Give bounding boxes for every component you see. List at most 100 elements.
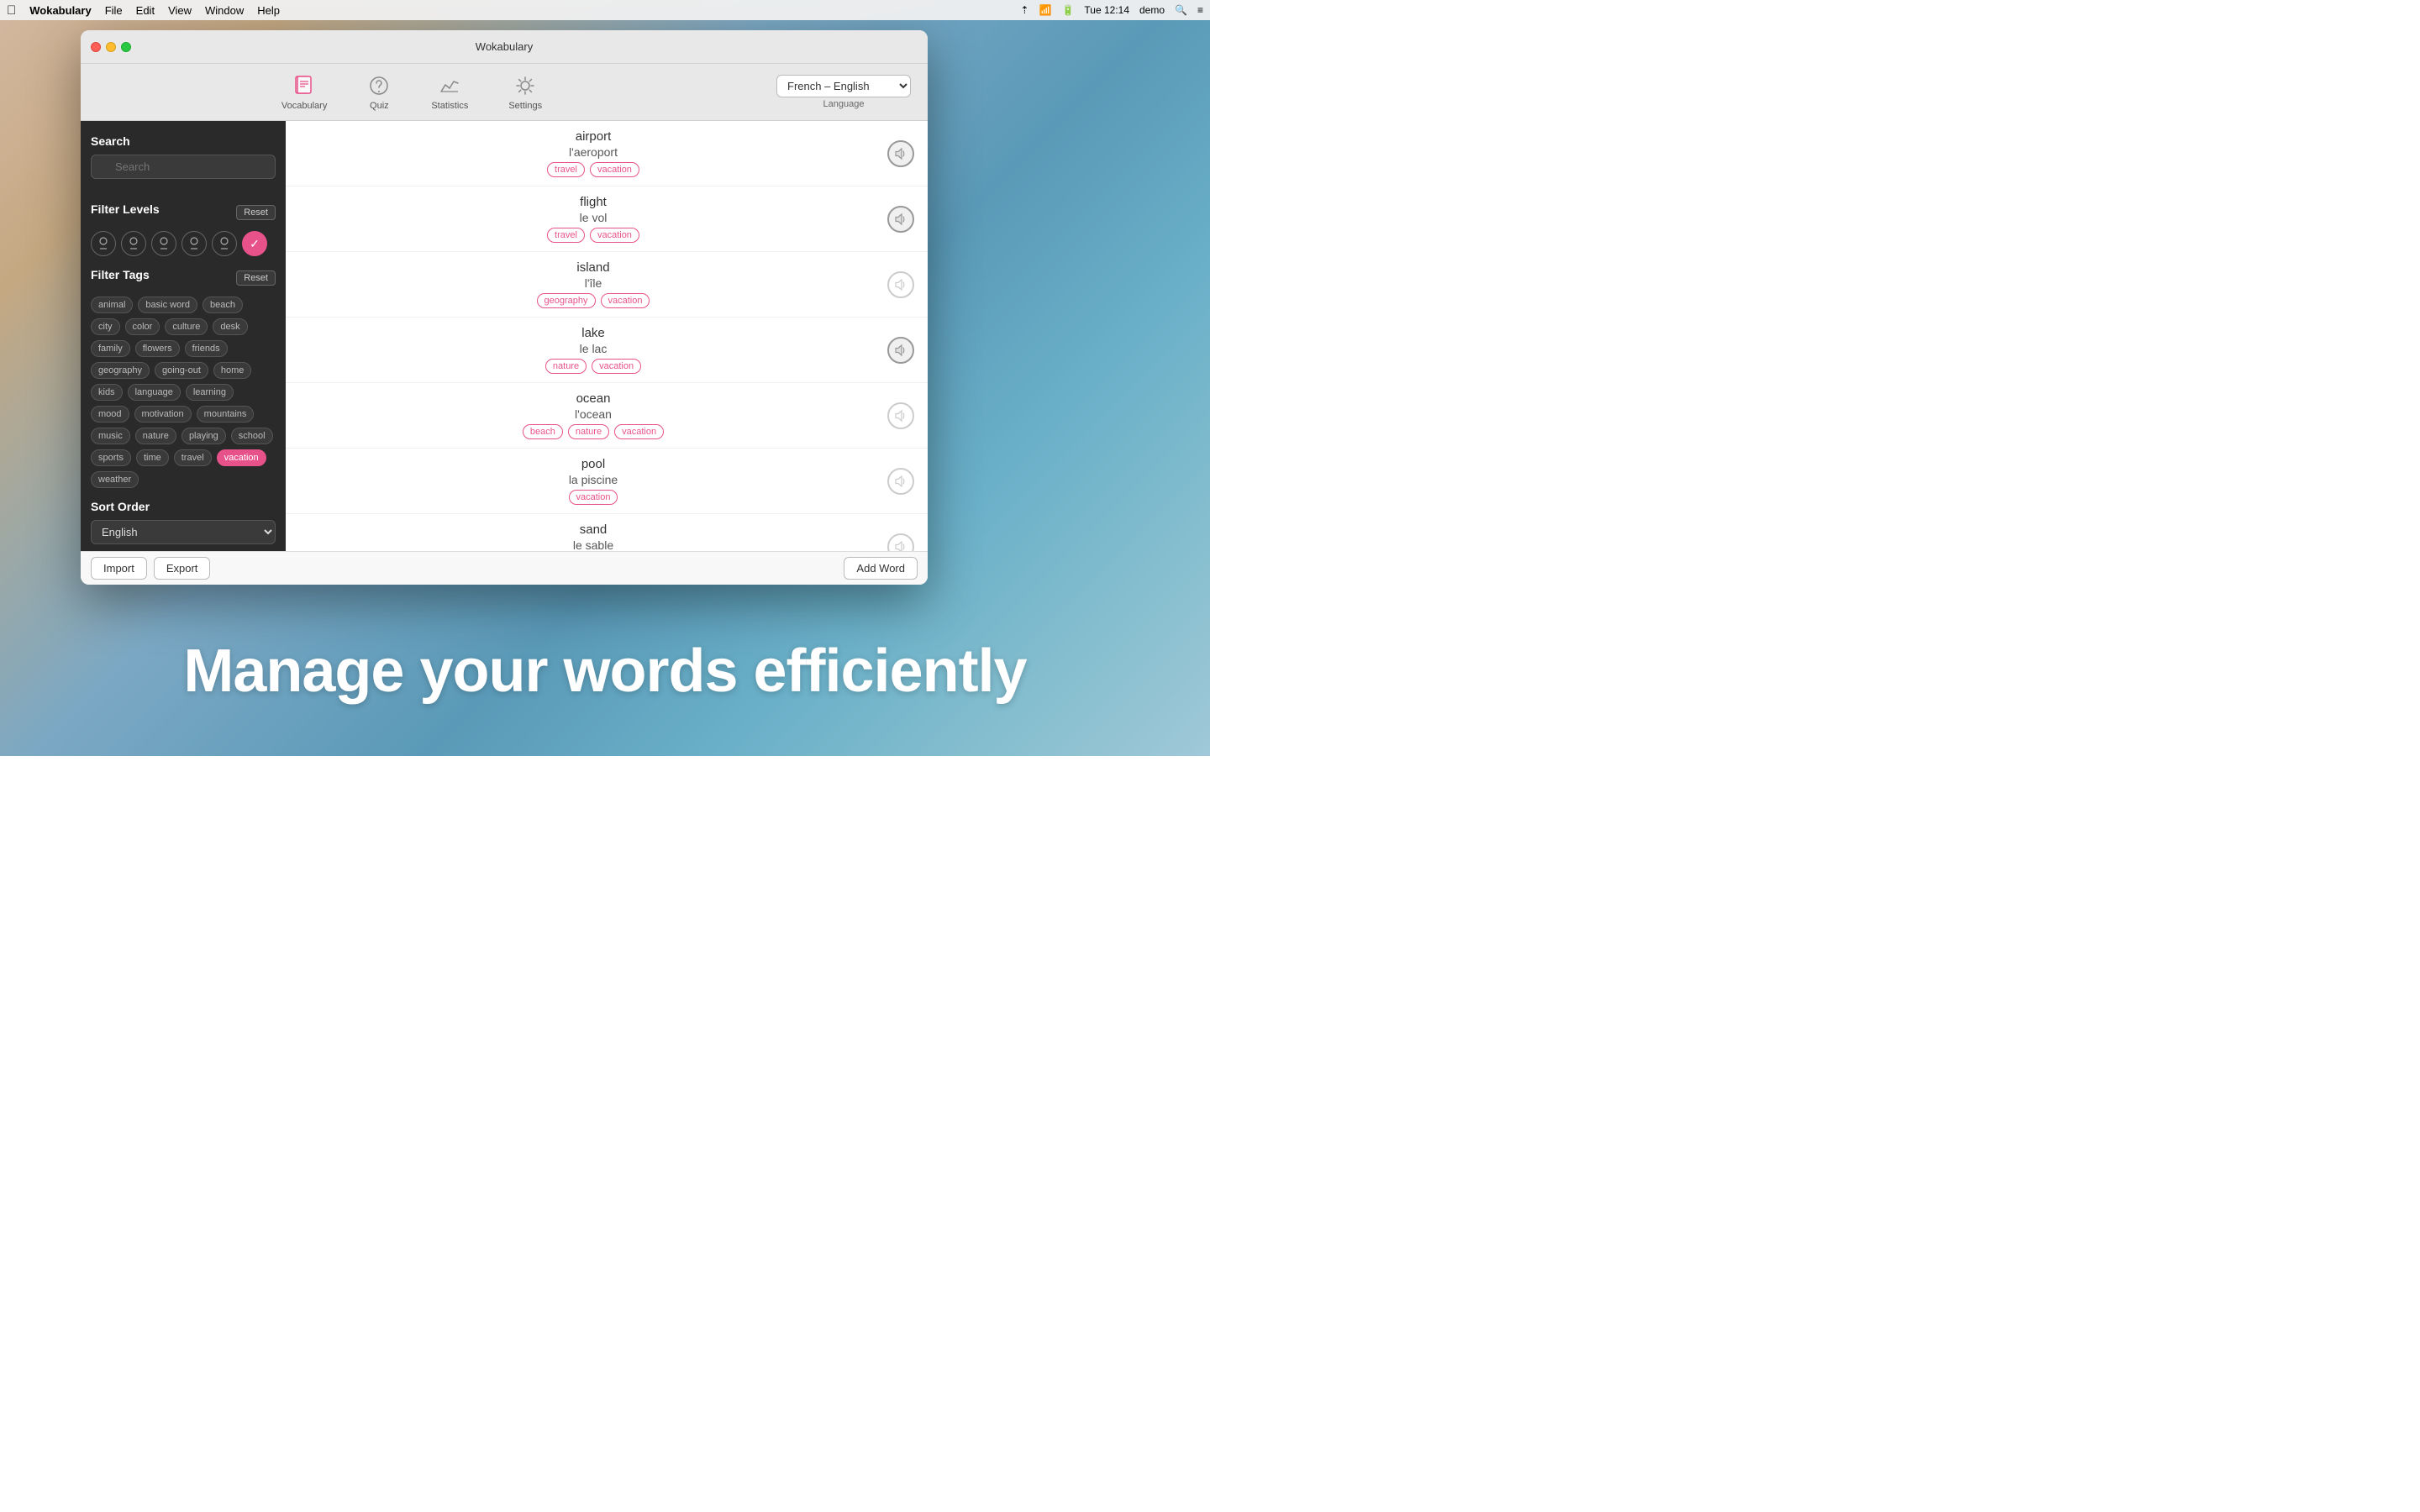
tag-family[interactable]: family [91, 340, 130, 357]
tag-playing[interactable]: playing [182, 428, 226, 444]
search-menubar-icon[interactable]: 🔍 [1175, 4, 1187, 16]
tag-mountains[interactable]: mountains [197, 406, 255, 423]
tag-time[interactable]: time [136, 449, 169, 466]
toolbar: Vocabulary Quiz [81, 64, 928, 121]
menubar-app[interactable]: Wokabulary [29, 4, 91, 17]
tag-basic-word[interactable]: basic word [138, 297, 197, 313]
speak-button[interactable] [887, 271, 914, 298]
word-content: islandl'îlegeographyvacation [299, 260, 887, 308]
word-english: ocean [299, 391, 887, 406]
speak-button[interactable] [887, 206, 914, 233]
level-6-icon[interactable]: ✓ [242, 231, 267, 256]
word-english: island [299, 260, 887, 275]
language-select[interactable]: French – English [776, 75, 911, 97]
tag-home[interactable]: home [213, 362, 252, 379]
tag-travel[interactable]: travel [174, 449, 212, 466]
word-french: la piscine [299, 473, 887, 486]
tag-flowers[interactable]: flowers [135, 340, 180, 357]
word-tag[interactable]: geography [537, 293, 596, 308]
tag-kids[interactable]: kids [91, 384, 123, 401]
speak-button[interactable] [887, 468, 914, 495]
speak-button[interactable] [887, 402, 914, 429]
maximize-button[interactable] [121, 42, 131, 52]
tag-desk[interactable]: desk [213, 318, 247, 335]
tag-culture[interactable]: culture [165, 318, 208, 335]
reset-tags-button[interactable]: Reset [236, 270, 276, 286]
tag-friends[interactable]: friends [185, 340, 228, 357]
tag-school[interactable]: school [231, 428, 273, 444]
filter-levels-header: Filter Levels Reset [91, 202, 276, 223]
control-center-icon[interactable]: ≡ [1197, 4, 1203, 16]
import-button[interactable]: Import [91, 557, 147, 580]
tag-going-out[interactable]: going-out [155, 362, 208, 379]
word-content: lakele lacnaturevacation [299, 326, 887, 374]
tag-nature[interactable]: nature [135, 428, 176, 444]
tag-motivation[interactable]: motivation [134, 406, 192, 423]
word-tag[interactable]: travel [547, 228, 585, 243]
quiz-tab[interactable]: Quiz [360, 71, 397, 114]
settings-tab[interactable]: Settings [502, 71, 549, 114]
toolbar-nav: Vocabulary Quiz [97, 71, 726, 114]
menubar-view[interactable]: View [168, 4, 192, 17]
minimize-button[interactable] [106, 42, 116, 52]
menubar-edit[interactable]: Edit [136, 4, 155, 17]
reset-levels-button[interactable]: Reset [236, 205, 276, 220]
language-label: Language [823, 99, 865, 109]
sort-select[interactable]: English [91, 520, 276, 544]
word-english: sand [299, 522, 887, 537]
tag-color[interactable]: color [125, 318, 160, 335]
level-1-icon[interactable] [91, 231, 116, 256]
word-french: le lac [299, 342, 887, 355]
tag-beach[interactable]: beach [203, 297, 243, 313]
tag-weather[interactable]: weather [91, 471, 139, 488]
tag-learning[interactable]: learning [186, 384, 234, 401]
close-button[interactable] [91, 42, 101, 52]
bottom-bar: Import Export Add Word [81, 551, 928, 585]
word-french: l'ocean [299, 407, 887, 421]
tag-language[interactable]: language [128, 384, 181, 401]
menubar-window[interactable]: Window [205, 4, 244, 17]
word-english: flight [299, 195, 887, 209]
word-tag[interactable]: beach [523, 424, 563, 439]
word-content: pool la piscine vacation [299, 457, 887, 505]
word-tag[interactable]: vacation [592, 359, 641, 374]
tag-vacation[interactable]: vacation [217, 449, 266, 466]
language-selector: French – English Language [776, 75, 911, 109]
word-english: pool [299, 457, 887, 471]
word-tag[interactable]: vacation [590, 228, 639, 243]
tag-animal[interactable]: animal [91, 297, 133, 313]
tag-sports[interactable]: sports [91, 449, 131, 466]
search-input[interactable] [91, 155, 276, 179]
clock: Tue 12:14 [1084, 4, 1129, 16]
tag-music[interactable]: music [91, 428, 130, 444]
speak-button[interactable] [887, 140, 914, 167]
search-title: Search [91, 134, 276, 148]
menubar-file[interactable]: File [105, 4, 123, 17]
word-tag[interactable]: nature [545, 359, 587, 374]
word-tag[interactable]: nature [568, 424, 609, 439]
menubar-help[interactable]: Help [257, 4, 280, 17]
word-tags: geography vacation [299, 293, 887, 308]
export-button[interactable]: Export [154, 557, 211, 580]
tag-city[interactable]: city [91, 318, 120, 335]
level-2-icon[interactable] [121, 231, 146, 256]
speak-button[interactable] [887, 533, 914, 552]
statistics-tab[interactable]: Statistics [424, 71, 475, 114]
word-tag[interactable]: vacation [590, 162, 639, 177]
level-5-icon[interactable] [212, 231, 237, 256]
word-content: oceanl'ocean beach nature vacation [299, 391, 887, 439]
word-tag[interactable]: vacation [569, 490, 618, 505]
word-tag[interactable]: travel [547, 162, 585, 177]
speak-button[interactable] [887, 337, 914, 364]
word-tag[interactable]: vacation [614, 424, 664, 439]
add-word-button[interactable]: Add Word [844, 557, 918, 580]
word-content: airportl'aeroporttravelvacation [299, 129, 887, 177]
vocabulary-tab[interactable]: Vocabulary [275, 71, 334, 114]
tag-geography[interactable]: geography [91, 362, 150, 379]
level-4-icon[interactable] [182, 231, 207, 256]
word-tag[interactable]: vacation [601, 293, 650, 308]
titlebar: Wokabulary [81, 30, 928, 64]
apple-menu[interactable]:  [7, 3, 16, 18]
level-3-icon[interactable] [151, 231, 176, 256]
tag-mood[interactable]: mood [91, 406, 129, 423]
